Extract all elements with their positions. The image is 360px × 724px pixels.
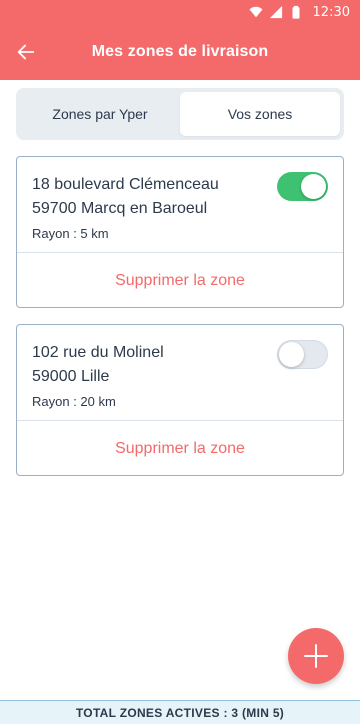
battery-icon — [292, 5, 300, 19]
tab-vos-zones[interactable]: Vos zones — [180, 92, 340, 136]
toggle-knob — [301, 174, 326, 199]
status-time: 12:30 — [312, 4, 350, 20]
delete-zone-button[interactable]: Supprimer la zone — [17, 253, 343, 308]
back-button[interactable] — [12, 38, 40, 66]
zone-address-line1: 18 boulevard Clémenceau — [32, 176, 219, 193]
zone-card: 18 boulevard Clémenceau 59700 Marcq en B… — [16, 156, 344, 308]
tab-zones-par-yper[interactable]: Zones par Yper — [20, 92, 180, 136]
toggle-knob — [279, 342, 304, 367]
page-title: Mes zones de livraison — [91, 43, 269, 60]
zone-radius: Rayon : 20 km — [32, 394, 116, 409]
signal-icon — [269, 5, 282, 19]
add-zone-button[interactable] — [288, 628, 344, 684]
zone-address-line2: 59700 Marcq en Baroeul — [32, 200, 208, 217]
zone-tabs: Zones par Yper Vos zones — [16, 88, 344, 140]
zone-card: 102 rue du Molinel 59000 Lille Rayon : 2… — [16, 324, 344, 476]
zone-address-line1: 102 rue du Molinel — [32, 344, 164, 361]
zone-active-toggle[interactable] — [277, 172, 328, 201]
total-active-zones-banner: TOTAL ZONES ACTIVES : 3 (MIN 5) — [0, 700, 360, 724]
zone-radius: Rayon : 5 km — [32, 226, 109, 241]
wifi-icon — [248, 6, 263, 18]
plus-icon — [304, 644, 328, 668]
delete-zone-button[interactable]: Supprimer la zone — [17, 421, 343, 476]
arrow-left-icon — [17, 44, 35, 60]
status-bar: 12:30 — [0, 0, 360, 24]
app-bar: Mes zones de livraison — [0, 24, 360, 80]
zone-active-toggle[interactable] — [277, 340, 328, 369]
zone-address-line2: 59000 Lille — [32, 368, 110, 385]
